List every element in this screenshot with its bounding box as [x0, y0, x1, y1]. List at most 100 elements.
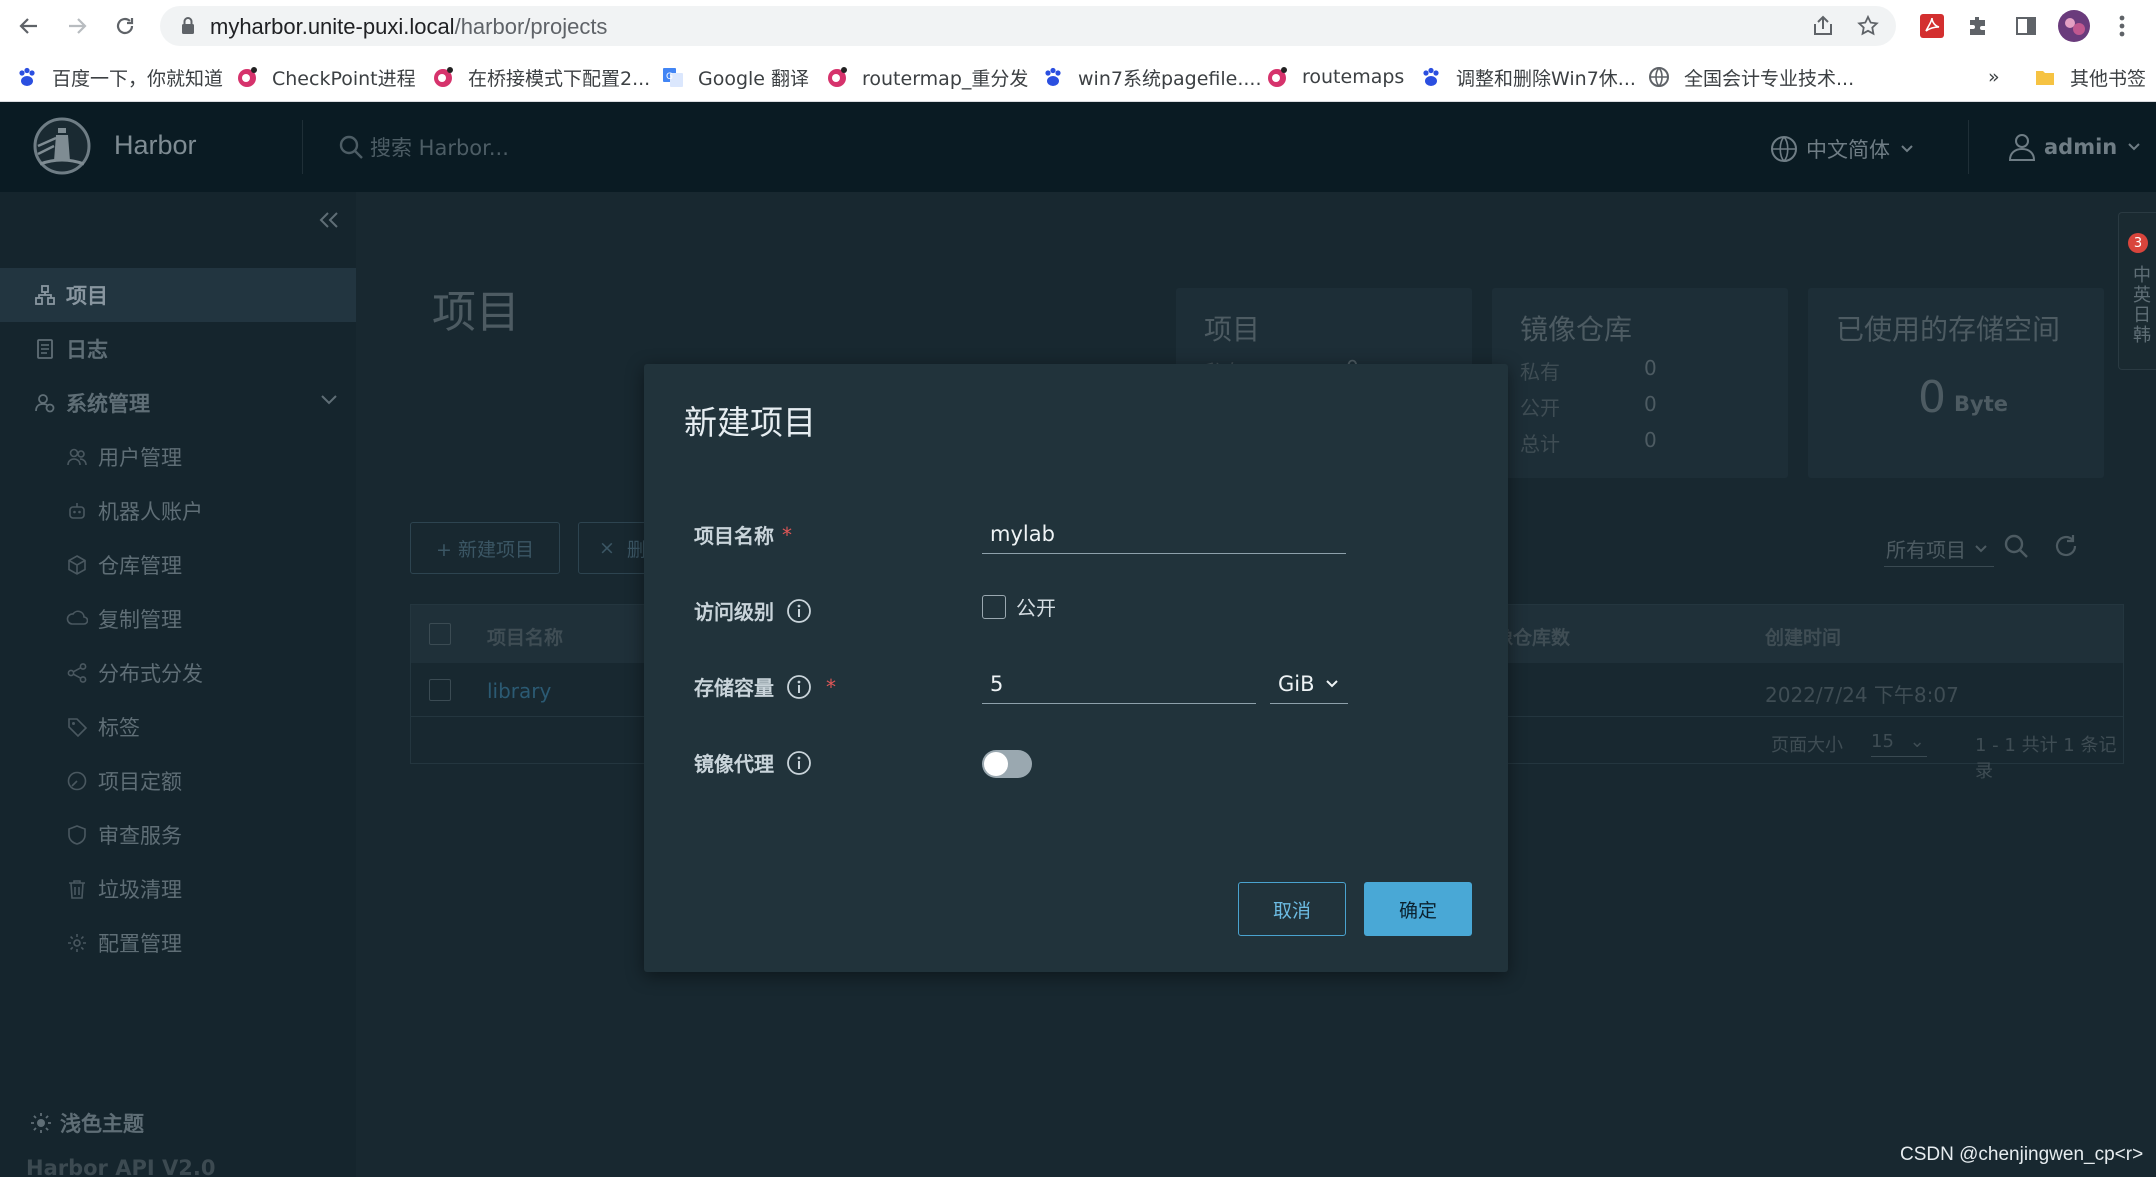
- repositories-summary-card: 镜像仓库 私有 0 公开 0 总计 0: [1492, 288, 1788, 478]
- project-name-label: 项目名称 *: [694, 520, 792, 549]
- proxy-cache-toggle[interactable]: [982, 750, 1032, 778]
- storage-quota-input[interactable]: [982, 664, 1256, 704]
- sidebar-item-distribution[interactable]: 分布式分发: [0, 646, 356, 700]
- page-size-select[interactable]: 15 ⌄: [1871, 731, 1927, 757]
- share-icon[interactable]: [1810, 14, 1836, 38]
- info-icon[interactable]: [786, 674, 812, 700]
- page-title: 项目: [432, 287, 520, 338]
- username: admin: [2044, 135, 2118, 159]
- header-divider: [302, 120, 303, 174]
- bookmarks-bar: 百度一下，你就知道 CheckPoint进程 在桥接模式下配置2... G Go…: [0, 52, 2156, 102]
- quota-unit-select[interactable]: GiB: [1270, 664, 1348, 704]
- proxy-cache-label: 镜像代理: [694, 748, 812, 777]
- public-checkbox[interactable]: [982, 594, 1006, 619]
- chevron-down-icon: [321, 395, 337, 405]
- bookmark-item[interactable]: 在桥接模式下配置2...: [432, 64, 650, 90]
- language-feedback-tab[interactable]: 3 中英日韩: [2118, 212, 2156, 370]
- sidebar-item-label: 系统管理: [66, 392, 150, 416]
- column-header-name[interactable]: 项目名称: [487, 623, 563, 650]
- cancel-button[interactable]: 取消: [1238, 882, 1346, 936]
- language-selector[interactable]: 中文简体: [1770, 134, 1914, 164]
- bookmark-item[interactable]: G Google 翻译: [662, 64, 809, 90]
- pdf-extension-icon[interactable]: [1916, 10, 1948, 42]
- api-link[interactable]: Harbor API V2.0: [26, 1156, 215, 1177]
- chevron-down-icon: ⌄: [1909, 731, 1925, 752]
- sidebar-item-label: 项目定额: [98, 770, 182, 794]
- sidebar-item-admin[interactable]: 系统管理: [0, 376, 356, 430]
- confirm-button[interactable]: 确定: [1364, 882, 1472, 936]
- brand-name[interactable]: Harbor: [114, 130, 197, 161]
- page-size-label: 页面大小: [1771, 735, 1843, 756]
- sidebar-item-label: 配置管理: [98, 932, 182, 956]
- pink-globe-icon: [1268, 67, 1287, 87]
- users-icon: [67, 448, 87, 466]
- storage-quota-label: 存储容量 *: [694, 672, 836, 701]
- created-time-cell: 2022/7/24 下午8:07: [1765, 683, 1959, 707]
- new-project-button[interactable]: + 新建项目: [410, 522, 560, 574]
- sidebar-item-replication[interactable]: 复制管理: [0, 592, 356, 646]
- sidebar-item-users[interactable]: 用户管理: [0, 430, 356, 484]
- sidebar-item-label: 分布式分发: [98, 662, 203, 686]
- bookmark-label: CheckPoint进程: [272, 67, 416, 90]
- sun-icon: [31, 1113, 51, 1133]
- sidebar-item-label: 项目: [66, 284, 108, 308]
- pink-globe-icon: [828, 67, 847, 87]
- project-name-input[interactable]: [982, 514, 1346, 554]
- bookmarks-overflow-button[interactable]: »: [1988, 64, 2000, 90]
- collapse-sidebar-icon[interactable]: [318, 210, 340, 230]
- info-icon[interactable]: [786, 598, 812, 624]
- sidebar-item-quotas[interactable]: 项目定额: [0, 754, 356, 808]
- replication-icon: [66, 610, 88, 625]
- bookmark-item[interactable]: win7系统pagefile....: [1042, 64, 1262, 90]
- bookmark-item[interactable]: 调整和删除Win7休...: [1420, 64, 1636, 90]
- stat-value: 0: [1644, 428, 1657, 452]
- sidebar-item-config[interactable]: 配置管理: [0, 916, 356, 970]
- select-all-checkbox[interactable]: [429, 623, 451, 645]
- sidebar-item-scanners[interactable]: 审查服务: [0, 808, 356, 862]
- quota-unit-value: GiB: [1278, 671, 1315, 696]
- sidebar-item-labels[interactable]: 标签: [0, 700, 356, 754]
- project-filter-select[interactable]: 所有项目: [1886, 534, 1988, 563]
- harbor-logo-icon[interactable]: [32, 116, 92, 176]
- row-checkbox[interactable]: [429, 679, 451, 701]
- lock-icon: [182, 17, 194, 34]
- other-bookmarks-folder[interactable]: 其他书签: [2034, 64, 2146, 90]
- sidebar-item-projects[interactable]: 项目: [0, 268, 356, 322]
- bookmark-item[interactable]: 百度一下，你就知道: [16, 64, 223, 90]
- reload-button[interactable]: [108, 9, 142, 43]
- bookmark-label: Google 翻译: [698, 67, 810, 90]
- bookmark-item[interactable]: CheckPoint进程: [236, 64, 416, 90]
- info-icon[interactable]: [786, 750, 812, 776]
- public-checkbox-wrap[interactable]: 公开: [982, 592, 1056, 621]
- theme-toggle[interactable]: 浅色主题: [30, 1108, 144, 1138]
- bookmark-item[interactable]: routermap_重分发: [826, 64, 1028, 90]
- back-button[interactable]: [12, 9, 46, 43]
- sidebar-item-registries[interactable]: 仓库管理: [0, 538, 356, 592]
- pagination-summary: 1 - 1 共计 1 条记录: [1975, 735, 2117, 782]
- google-translate-icon: G: [663, 68, 683, 87]
- storage-value: 0: [1918, 372, 1946, 423]
- browser-menu-icon[interactable]: [2106, 10, 2138, 42]
- forward-button[interactable]: [60, 9, 94, 43]
- star-icon[interactable]: [1856, 14, 1880, 38]
- distribution-icon: [67, 663, 87, 683]
- delete-button[interactable]: × 删: [578, 522, 648, 574]
- global-search[interactable]: 搜索 Harbor...: [338, 132, 509, 162]
- search-icon[interactable]: [2002, 532, 2030, 560]
- sidebar-item-label: 审查服务: [98, 824, 182, 848]
- bookmark-item[interactable]: routemaps: [1266, 64, 1404, 90]
- user-menu[interactable]: admin: [2008, 132, 2141, 162]
- side-panel-icon[interactable]: [2010, 10, 2042, 42]
- sidebar-item-gc[interactable]: 垃圾清理: [0, 862, 356, 916]
- project-name-link[interactable]: library: [487, 679, 551, 703]
- search-input[interactable]: 搜索 Harbor...: [370, 132, 509, 162]
- sidebar-item-logs[interactable]: 日志: [0, 322, 356, 376]
- extensions-puzzle-icon[interactable]: [1962, 10, 1994, 42]
- more-chevron-icon: »: [1988, 66, 2000, 88]
- sidebar-item-robots[interactable]: 机器人账户: [0, 484, 356, 538]
- refresh-icon[interactable]: [2052, 532, 2080, 560]
- bookmark-item[interactable]: 全国会计专业技术...: [1648, 64, 1854, 90]
- profile-avatar[interactable]: [2058, 10, 2090, 42]
- address-bar[interactable]: myharbor.unite-puxi.local/harbor/project…: [160, 6, 1896, 46]
- column-header-created[interactable]: 创建时间: [1765, 623, 1841, 650]
